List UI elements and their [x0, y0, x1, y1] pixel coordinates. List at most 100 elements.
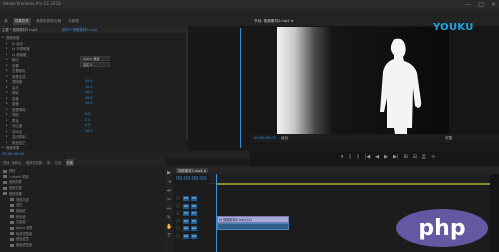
expand-triangle-icon[interactable]: ▸ — [6, 74, 8, 78]
track-target-toggle[interactable]: A1 — [183, 218, 189, 224]
effect-controls-scrollbar[interactable] — [186, 30, 188, 140]
track-target-toggle[interactable]: A3 — [183, 233, 189, 239]
pen-tool-icon[interactable]: ✎ — [166, 215, 172, 221]
effects-tree-item[interactable]: 图像遮罩键 — [10, 242, 170, 248]
mark-out-button[interactable]: } — [357, 154, 360, 160]
timeline-playhead[interactable] — [216, 174, 217, 252]
lock-icon[interactable] — [176, 203, 180, 208]
effect-property-value[interactable]: 45.0 — [85, 79, 93, 83]
tab-metadata[interactable]: 元数据 — [66, 18, 81, 25]
audio-clip[interactable] — [217, 223, 289, 230]
go-to-in-button[interactable]: |◀ — [365, 154, 371, 160]
expand-triangle-icon[interactable]: ▸ — [6, 101, 8, 105]
expand-triangle-icon[interactable]: ▸ — [6, 52, 8, 56]
zoom-select[interactable]: 适合 — [281, 136, 288, 141]
track-name-label[interactable]: A1 — [191, 218, 197, 224]
button-editor-button[interactable]: + — [431, 154, 435, 160]
razor-tool-icon[interactable]: ✂ — [166, 197, 172, 203]
track-header[interactable]: A1 A1 — [174, 218, 214, 225]
go-to-out-button[interactable]: ▶| — [393, 154, 399, 160]
mark-in-button[interactable]: { — [348, 154, 351, 160]
tab-effect-controls[interactable]: 效果控件 — [12, 18, 31, 25]
track-target-toggle[interactable]: A2 — [183, 226, 189, 231]
hand-tool-icon[interactable]: ✋ — [166, 224, 172, 230]
effect-property-value[interactable]: 50.0 — [85, 129, 93, 133]
expand-triangle-icon[interactable]: ▸ — [6, 63, 8, 67]
add-marker-button[interactable]: ▾ — [341, 154, 344, 160]
tab-sequence[interactable]: 视频素材2.mp4 ≡ — [176, 168, 209, 173]
expand-triangle-icon[interactable]: ▸ — [6, 112, 8, 116]
extract-button[interactable]: ⊟ — [413, 154, 417, 160]
track-target-toggle[interactable]: V2 — [183, 203, 189, 209]
timeline-timecode[interactable]: 00:00:00:00 — [176, 176, 207, 182]
expand-triangle-icon[interactable]: ▸ — [6, 41, 8, 45]
track-header[interactable]: A2 A2 — [174, 225, 214, 232]
slip-tool-icon[interactable]: ↔ — [166, 206, 172, 212]
track-name-label[interactable]: A2 — [191, 226, 197, 231]
expand-triangle-icon[interactable]: ▸ — [6, 134, 8, 138]
minimize-button[interactable]: — — [465, 0, 471, 9]
effect-property-value[interactable]: 0.0 — [85, 112, 90, 116]
expand-triangle-icon[interactable]: ▸ — [6, 107, 8, 111]
track-name-label[interactable]: V3 — [191, 196, 197, 201]
expand-triangle-icon[interactable]: ▸ — [6, 68, 8, 72]
expand-triangle-icon[interactable]: ▸ — [2, 35, 4, 39]
lock-icon[interactable] — [176, 226, 180, 230]
expand-triangle-icon[interactable]: ▸ — [6, 123, 8, 127]
step-back-button[interactable]: ◀ — [375, 154, 379, 160]
track-header[interactable]: A3 A3 — [174, 233, 214, 240]
clip-path-sequence[interactable]: 序列 * 视频素材2.mp4 — [62, 27, 97, 32]
track-header[interactable]: V2 V2 — [174, 203, 214, 210]
tab-info[interactable]: 信息 — [54, 159, 62, 166]
program-scrub-bar[interactable] — [250, 144, 499, 152]
effect-property-value[interactable]: 50.0 — [85, 96, 93, 100]
effect-property-select[interactable]: Alpha 通道 — [80, 56, 110, 61]
effect-property-value[interactable]: 10.0 — [85, 85, 93, 89]
expand-triangle-icon[interactable]: ▸ — [6, 118, 8, 122]
effect-controls-timecode[interactable]: 00:00:00:00 — [2, 152, 24, 156]
track-name-label[interactable]: V1 — [191, 211, 197, 216]
expand-triangle-icon[interactable]: ▸ — [6, 96, 8, 100]
effect-property-value[interactable]: 50.0 — [85, 90, 93, 94]
expand-triangle-icon[interactable]: ▸ — [2, 145, 4, 149]
track-target-toggle[interactable]: V3 — [183, 196, 189, 201]
track-header[interactable]: V1 V1 — [174, 210, 214, 217]
export-frame-button[interactable]: ⎙ — [422, 154, 426, 160]
tab-project[interactable]: 项目: 未命名 — [2, 159, 22, 166]
tab-source[interactable]: 源 — [2, 18, 10, 25]
effect-controls-playhead[interactable] — [240, 28, 241, 148]
work-area-bar[interactable] — [216, 183, 499, 185]
program-timecode[interactable]: 00:00:00:00 — [254, 136, 276, 140]
lock-icon[interactable] — [176, 218, 180, 223]
tab-effects[interactable]: 效果 — [65, 158, 74, 166]
track-name-label[interactable]: A3 — [191, 233, 197, 239]
track-target-toggle[interactable]: V1 — [183, 211, 189, 216]
lift-button[interactable]: ⊞ — [404, 154, 408, 160]
type-tool-icon[interactable]: T — [166, 233, 172, 239]
effect-property-select[interactable]: 自定义 — [80, 61, 110, 67]
expand-triangle-icon[interactable]: ▸ — [6, 129, 8, 133]
expand-triangle-icon[interactable]: ▸ — [6, 79, 8, 83]
lock-icon[interactable] — [176, 196, 180, 200]
tab-media-browser[interactable]: 媒体浏览器 — [25, 159, 43, 166]
lock-icon[interactable] — [176, 211, 180, 215]
expand-triangle-icon[interactable]: ▸ — [6, 46, 8, 50]
maximize-button[interactable]: □ — [478, 0, 484, 9]
lock-icon[interactable] — [176, 233, 180, 238]
clip-path-master[interactable]: 主要 * 视频素材2.mp4 — [2, 27, 37, 32]
play-button[interactable]: ▶ — [384, 154, 388, 160]
expand-triangle-icon[interactable]: ▸ — [6, 57, 8, 61]
ripple-edit-icon[interactable]: ⇹ — [166, 188, 172, 194]
effect-property-value[interactable]: 0.0 — [85, 118, 90, 122]
expand-triangle-icon[interactable]: ▸ — [6, 85, 8, 89]
expand-triangle-icon[interactable]: ▸ — [6, 90, 8, 94]
effect-property-value[interactable]: 10.0 — [85, 101, 93, 105]
tab-program[interactable]: 节目: 视频素材2.mp4 ≡ — [254, 19, 294, 24]
track-header[interactable]: V3 V3 — [174, 195, 214, 202]
tab-audio-clip-mixer[interactable]: 音频剪辑混合器 — [34, 18, 63, 25]
tab-libraries[interactable]: 库 — [46, 159, 51, 166]
resolution-select[interactable]: 完整 — [445, 136, 452, 141]
selection-tool-icon[interactable]: ▶ — [166, 170, 172, 176]
track-name-label[interactable]: V2 — [191, 203, 197, 209]
track-select-icon[interactable]: ⇥ — [166, 179, 172, 185]
